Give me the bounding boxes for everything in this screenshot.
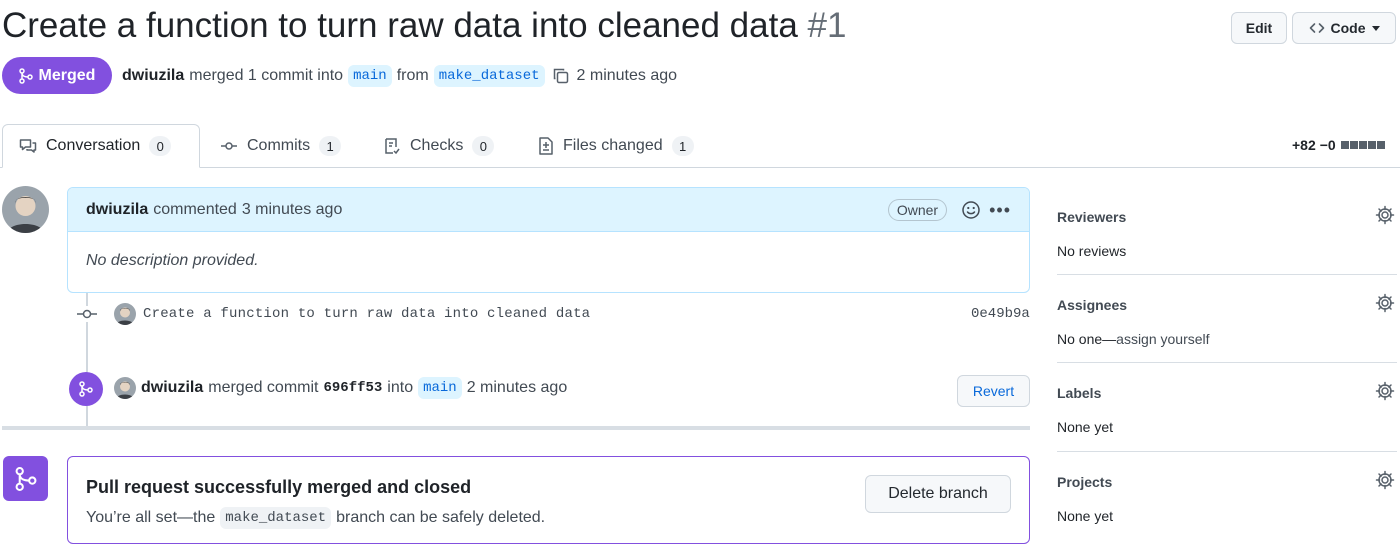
avatar[interactable] xyxy=(2,186,49,233)
merge-into: into xyxy=(387,379,414,396)
sidebar-title: Projects xyxy=(1057,474,1113,490)
comment-header: dwiuzila commented 3 minutes ago Owner •… xyxy=(68,188,1029,232)
merged-box-badge xyxy=(3,456,48,501)
gear-icon[interactable] xyxy=(1375,205,1395,225)
pr-meta: dwiuzila merged 1 commit into main from … xyxy=(122,62,677,90)
sidebar-value: No reviews xyxy=(1057,243,1127,259)
comment-author[interactable]: dwiuzila xyxy=(86,201,148,219)
comment-time[interactable]: 3 minutes ago xyxy=(242,201,343,219)
merge-branch[interactable]: main xyxy=(418,377,462,399)
state-label: Merged xyxy=(38,66,96,84)
merged-sub-before: You’re all set—the xyxy=(86,509,216,526)
git-commit-icon xyxy=(221,142,237,150)
merged-sub-after: branch can be safely deleted. xyxy=(336,509,546,526)
merged-status-box: Pull request successfully merged and clo… xyxy=(67,456,1030,544)
checklist-icon xyxy=(385,138,400,155)
git-merge-icon xyxy=(79,381,93,397)
assign-yourself-link[interactable]: assign yourself xyxy=(1116,331,1209,347)
caret-down-icon xyxy=(1371,25,1380,31)
tab-checks[interactable]: Checks 0 xyxy=(367,124,510,168)
merge-commit-sha[interactable]: 696ff53 xyxy=(323,380,382,396)
author-link[interactable]: dwiuzila xyxy=(122,67,184,85)
tab-counter: 1 xyxy=(319,136,342,156)
tab-commits[interactable]: Commits 1 xyxy=(204,124,357,168)
sidebar-divider xyxy=(1057,451,1397,452)
meta-time: 2 minutes ago xyxy=(576,67,678,84)
tab-label: Conversation xyxy=(46,137,141,154)
base-branch[interactable]: main xyxy=(348,65,392,87)
comment-box: dwiuzila commented 3 minutes ago Owner •… xyxy=(67,187,1030,293)
tab-conversation[interactable]: Conversation 0 xyxy=(2,124,200,168)
sidebar-divider xyxy=(1057,274,1397,275)
merged-subtitle: You’re all set—the make_dataset branch c… xyxy=(86,507,545,529)
tab-label: Commits xyxy=(247,137,311,154)
diffstat: +82 −0 xyxy=(1292,137,1385,153)
gear-icon[interactable] xyxy=(1375,381,1395,401)
edit-button[interactable]: Edit xyxy=(1231,12,1287,44)
assignees-prefix: No one— xyxy=(1057,331,1117,347)
merged-branch[interactable]: make_dataset xyxy=(220,507,332,529)
head-branch[interactable]: make_dataset xyxy=(433,65,545,87)
delete-branch-label: Delete branch xyxy=(888,485,988,502)
kebab-horizontal-icon[interactable]: ••• xyxy=(989,201,1011,219)
tab-label: Checks xyxy=(410,137,464,154)
tab-counter: 0 xyxy=(472,136,495,156)
pr-number: #1 xyxy=(807,6,847,45)
sidebar-assignees: Assignees No one—assign yourself xyxy=(1057,293,1397,347)
revert-label: Revert xyxy=(972,383,1015,399)
comment-body: No description provided. xyxy=(86,252,259,269)
commit-sha[interactable]: 0e49b9a xyxy=(971,306,1030,322)
pr-title: Create a function to turn raw data into … xyxy=(2,4,846,48)
comment-discussion-icon xyxy=(19,139,37,153)
gear-icon[interactable] xyxy=(1375,470,1395,490)
meta-action: merged 1 commit into xyxy=(189,67,344,84)
code-button-label: Code xyxy=(1330,20,1366,36)
merge-author[interactable]: dwiuzila xyxy=(141,379,203,397)
sidebar-value: None yet xyxy=(1057,419,1114,435)
sidebar-title: Labels xyxy=(1057,385,1102,401)
diff-deletions: −0 xyxy=(1319,137,1336,153)
sidebar-projects: Projects None yet xyxy=(1057,470,1397,524)
avatar[interactable] xyxy=(114,303,136,325)
merged-title: Pull request successfully merged and clo… xyxy=(86,477,472,497)
commit-message[interactable]: Create a function to turn raw data into … xyxy=(143,306,590,322)
merge-event-badge xyxy=(69,372,103,406)
revert-button[interactable]: Revert xyxy=(957,375,1030,407)
sidebar-divider xyxy=(1057,362,1397,363)
merge-time[interactable]: 2 minutes ago xyxy=(467,379,568,397)
gear-icon[interactable] xyxy=(1375,293,1395,313)
merge-action: merged commit xyxy=(208,379,319,396)
delete-branch-button[interactable]: Delete branch xyxy=(865,475,1011,513)
code-icon xyxy=(1309,23,1324,33)
avatar[interactable] xyxy=(114,377,136,399)
git-merge-icon xyxy=(15,466,36,491)
pr-title-text: Create a function to turn raw data into … xyxy=(2,6,798,45)
tab-counter: 1 xyxy=(671,136,694,156)
sidebar-value: None yet xyxy=(1057,508,1114,524)
sidebar-title: Reviewers xyxy=(1057,209,1127,225)
edit-button-label: Edit xyxy=(1245,20,1273,36)
code-button[interactable]: Code xyxy=(1292,12,1396,44)
merged-state-badge: Merged xyxy=(2,57,112,94)
diffstat-bar xyxy=(1340,141,1385,149)
diff-additions: +82 xyxy=(1292,137,1316,153)
tab-files-changed[interactable]: Files changed 1 xyxy=(522,124,710,168)
sidebar-reviewers: Reviewers No reviews xyxy=(1057,205,1397,259)
comment-action: commented xyxy=(153,200,237,218)
smiley-icon[interactable] xyxy=(961,200,981,220)
tab-counter: 0 xyxy=(149,136,172,156)
meta-from: from xyxy=(396,67,429,84)
merge-event: dwiuzila merged commit 696ff53 into main… xyxy=(141,377,567,399)
sidebar-value: No one—assign yourself xyxy=(1057,331,1397,347)
sidebar-title: Assignees xyxy=(1057,297,1128,313)
git-merge-icon xyxy=(18,67,33,84)
file-diff-icon xyxy=(539,137,553,155)
timeline-end-divider xyxy=(2,426,1030,430)
git-commit-icon xyxy=(76,306,98,322)
owner-badge: Owner xyxy=(887,198,948,221)
tab-label: Files changed xyxy=(563,137,663,154)
copy-icon[interactable] xyxy=(552,67,570,85)
sidebar-labels: Labels None yet xyxy=(1057,381,1397,435)
